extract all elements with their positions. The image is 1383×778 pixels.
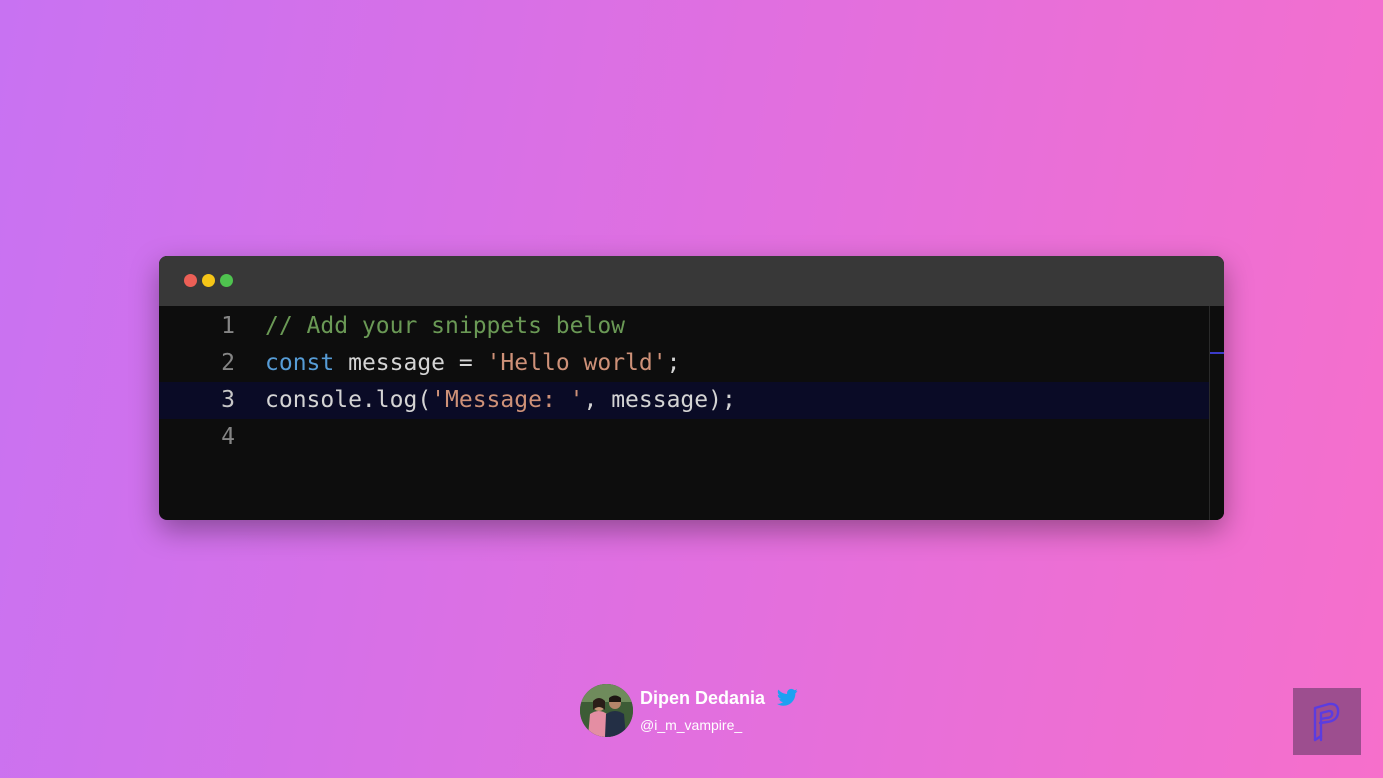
line-number: 1 [221,313,235,339]
minimize-window-button[interactable] [202,274,215,287]
close-window-button[interactable] [184,274,197,287]
code-line[interactable]: 2 const message = 'Hello world'; [159,345,1210,382]
code-editor-window: 1 // Add your snippets below 2 const messag… [159,256,1224,520]
line-code[interactable]: // Add your snippets below [265,308,625,345]
code-token-string: 'Hello world' [486,350,667,376]
line-number: 3 [221,387,235,413]
code-line[interactable]: 3 console.log('Message: ', message); [159,382,1210,419]
code-line[interactable]: 1 // Add your snippets below [159,308,1210,345]
brand-p-logo-icon[interactable] [1293,688,1361,755]
code-token-plain: ; [666,350,681,376]
author-avatar[interactable] [580,684,633,737]
code-token-string: 'Message: ' [431,387,584,413]
code-token-keyword: const [265,350,335,376]
code-token-plain: , message); [583,387,736,413]
vertical-scrollbar[interactable] [1209,306,1224,520]
code-token-plain: message = [334,350,487,376]
author-handle[interactable]: @i_m_vampire_ [640,717,742,733]
scrollbar-position-marker [1210,352,1224,354]
code-line[interactable]: 4 [159,419,1210,456]
code-area[interactable]: 1 // Add your snippets below 2 const messag… [159,306,1224,520]
window-titlebar [159,256,1224,306]
line-code[interactable]: const message = 'Hello world'; [265,345,680,382]
line-number: 4 [221,424,235,450]
code-token-comment: // Add your snippets below [265,313,626,339]
maximize-window-button[interactable] [220,274,233,287]
author-name: Dipen Dedania [640,688,766,708]
line-code[interactable]: console.log('Message: ', message); [265,382,736,419]
line-number: 2 [221,350,235,376]
twitter-bird-icon[interactable] [776,688,798,707]
code-token-plain: console.log( [265,387,432,413]
